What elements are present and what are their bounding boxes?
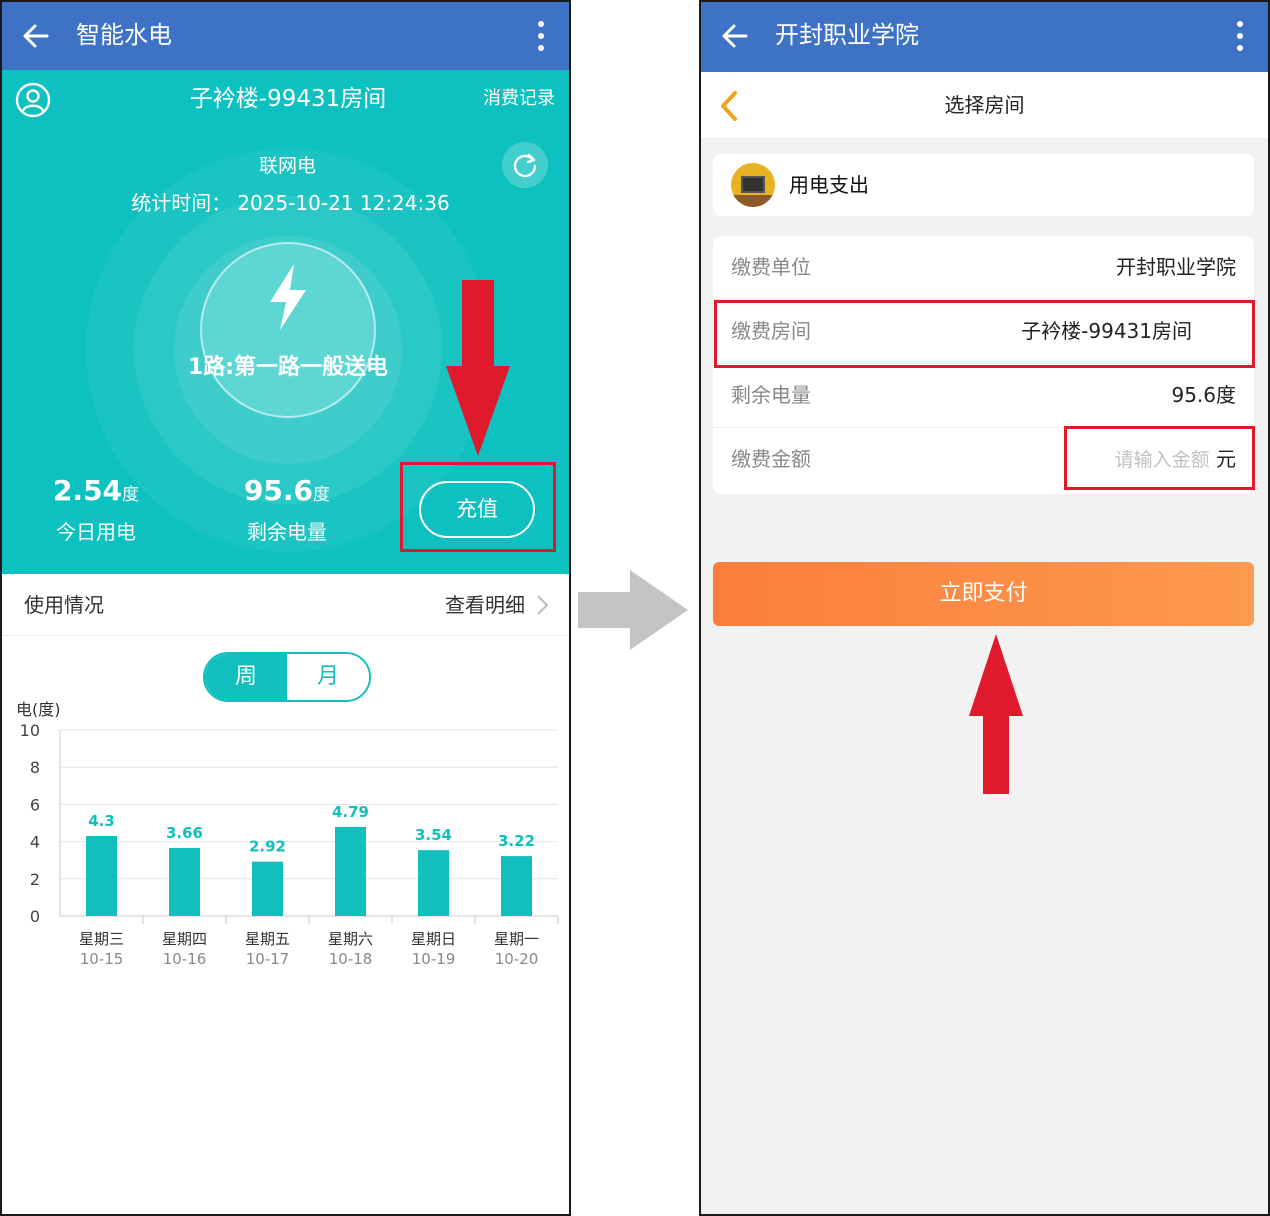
school-title: 开封职业学院 (775, 21, 919, 49)
room-highlight-box (714, 300, 1255, 368)
chart-bar (501, 856, 532, 916)
chart-bar (252, 861, 283, 916)
remaining-power-unit: 度 (313, 485, 331, 505)
meter-type: 联网电 (258, 155, 316, 177)
left-app-bar: 智能水电 (2, 2, 569, 70)
chart-x-date-label: 10-20 (495, 950, 539, 968)
form-row-remaining: 剩余电量 95.6度 (713, 364, 1254, 428)
payee-card: 用电支出 (713, 154, 1254, 216)
next-step-arrow-icon (578, 570, 688, 650)
chart-x-date-label: 10-18 (329, 950, 373, 968)
chart-y-tick-label: 2 (30, 870, 40, 889)
chart-x-category-label: 星期五 (245, 930, 290, 948)
chart-x-date-label: 10-15 (80, 950, 124, 968)
chart-y-tick-label: 10 (20, 721, 40, 740)
power-route: 1路:第一路一般送电 (187, 355, 389, 380)
chart-data-label: 4.79 (332, 803, 369, 821)
chart-bar (335, 826, 366, 916)
today-usage-value: 2.54 (52, 474, 123, 507)
amount-highlight-box (1064, 426, 1255, 490)
chart-bar (86, 836, 117, 916)
chart-x-category-label: 星期六 (328, 930, 373, 948)
consumption-records-link[interactable]: 消费记录 (483, 86, 555, 112)
chart-y-tick-label: 8 (30, 758, 40, 777)
chart-y-tick-label: 4 (30, 833, 40, 852)
chart-bar (169, 847, 200, 916)
chart-x-date-label: 10-17 (246, 950, 290, 968)
more-menu-icon[interactable] (1236, 20, 1244, 52)
chart-x-date-label: 10-16 (163, 950, 207, 968)
form-row-key: 剩余电量 (731, 383, 811, 407)
chart-x-category-label: 星期四 (162, 930, 207, 948)
weekly-usage-bar-chart: 电(度) 0 2 4 6 8 10 4.3 3.66 2.92 4.79 3.54 3.22 星期三… (16, 700, 559, 968)
form-row-value: 95.6度 (1171, 383, 1236, 407)
down-arrow-annotation-icon (446, 280, 510, 456)
chart-x-category-label: 星期一 (494, 930, 539, 948)
amount-label: 缴费金额 (731, 447, 811, 471)
chart-data-label: 3.22 (498, 832, 535, 850)
form-row-unit: 缴费单位 开封职业学院 (713, 236, 1254, 300)
view-details-link[interactable]: 查看明细 (445, 590, 525, 620)
lightning-bolt-icon (270, 264, 306, 330)
left-phone-screen: 智能水电 子衿楼-99431房间 消费记录 联网电 统计时间： 2025-10-2… (0, 0, 571, 1216)
remaining-power: 95.6度 剩余电量 (217, 472, 357, 548)
room-title: 子衿楼-99431房间 (189, 86, 387, 112)
up-arrow-annotation-icon (969, 634, 1023, 794)
remaining-power-value: 95.6 (243, 474, 314, 507)
today-usage-label: 今日用电 (56, 520, 136, 544)
statistics-time-label: 统计时间： (131, 191, 232, 215)
back-arrow-icon[interactable] (20, 20, 52, 52)
chart-y-tick-label: 6 (30, 795, 40, 814)
chart-data-label: 4.3 (88, 812, 115, 830)
chart-data-label: 3.66 (166, 824, 203, 842)
select-room-title: 选择房间 (944, 93, 1025, 117)
user-profile-icon[interactable] (15, 82, 51, 118)
chart-y-tick-label: 0 (30, 907, 40, 926)
electricity-payment-icon (731, 163, 775, 207)
statistics-time-value: 2025-10-21 12:24:36 (237, 191, 450, 215)
pay-now-button[interactable]: 立即支付 (713, 562, 1254, 626)
form-row-value: 开封职业学院 (1116, 255, 1236, 279)
select-room-bar: 选择房间 (701, 72, 1268, 138)
right-phone-screen: 开封职业学院 选择房间 用电支出 缴费单位 开封职业学院 缴费房间 子衿楼-99… (699, 0, 1270, 1216)
usage-section-header: 使用情况 查看明细 (2, 574, 569, 636)
chevron-right-icon[interactable] (535, 594, 549, 616)
more-menu-icon[interactable] (537, 20, 545, 52)
today-usage-unit: 度 (122, 485, 140, 505)
recharge-highlight-box (400, 462, 556, 552)
chart-y-axis-label: 电(度) (16, 700, 61, 719)
today-usage: 2.54度 今日用电 (26, 472, 166, 548)
app-title: 智能水电 (76, 21, 172, 49)
payee-name: 用电支出 (789, 173, 869, 197)
chart-x-date-label: 10-19 (412, 950, 456, 968)
statistics-time: 统计时间： 2025-10-21 12:24:36 (2, 188, 569, 218)
chart-data-label: 2.92 (249, 838, 286, 856)
usage-label: 使用情况 (24, 593, 104, 617)
back-arrow-icon[interactable] (719, 20, 751, 52)
form-row-key: 缴费单位 (731, 255, 811, 279)
remaining-power-label: 剩余电量 (247, 520, 327, 544)
chart-data-label: 3.54 (415, 826, 452, 844)
chart-bar (418, 850, 449, 916)
chart-x-category-label: 星期日 (411, 930, 456, 948)
right-app-bar: 开封职业学院 (701, 2, 1268, 72)
chart-x-category-label: 星期三 (79, 930, 124, 948)
